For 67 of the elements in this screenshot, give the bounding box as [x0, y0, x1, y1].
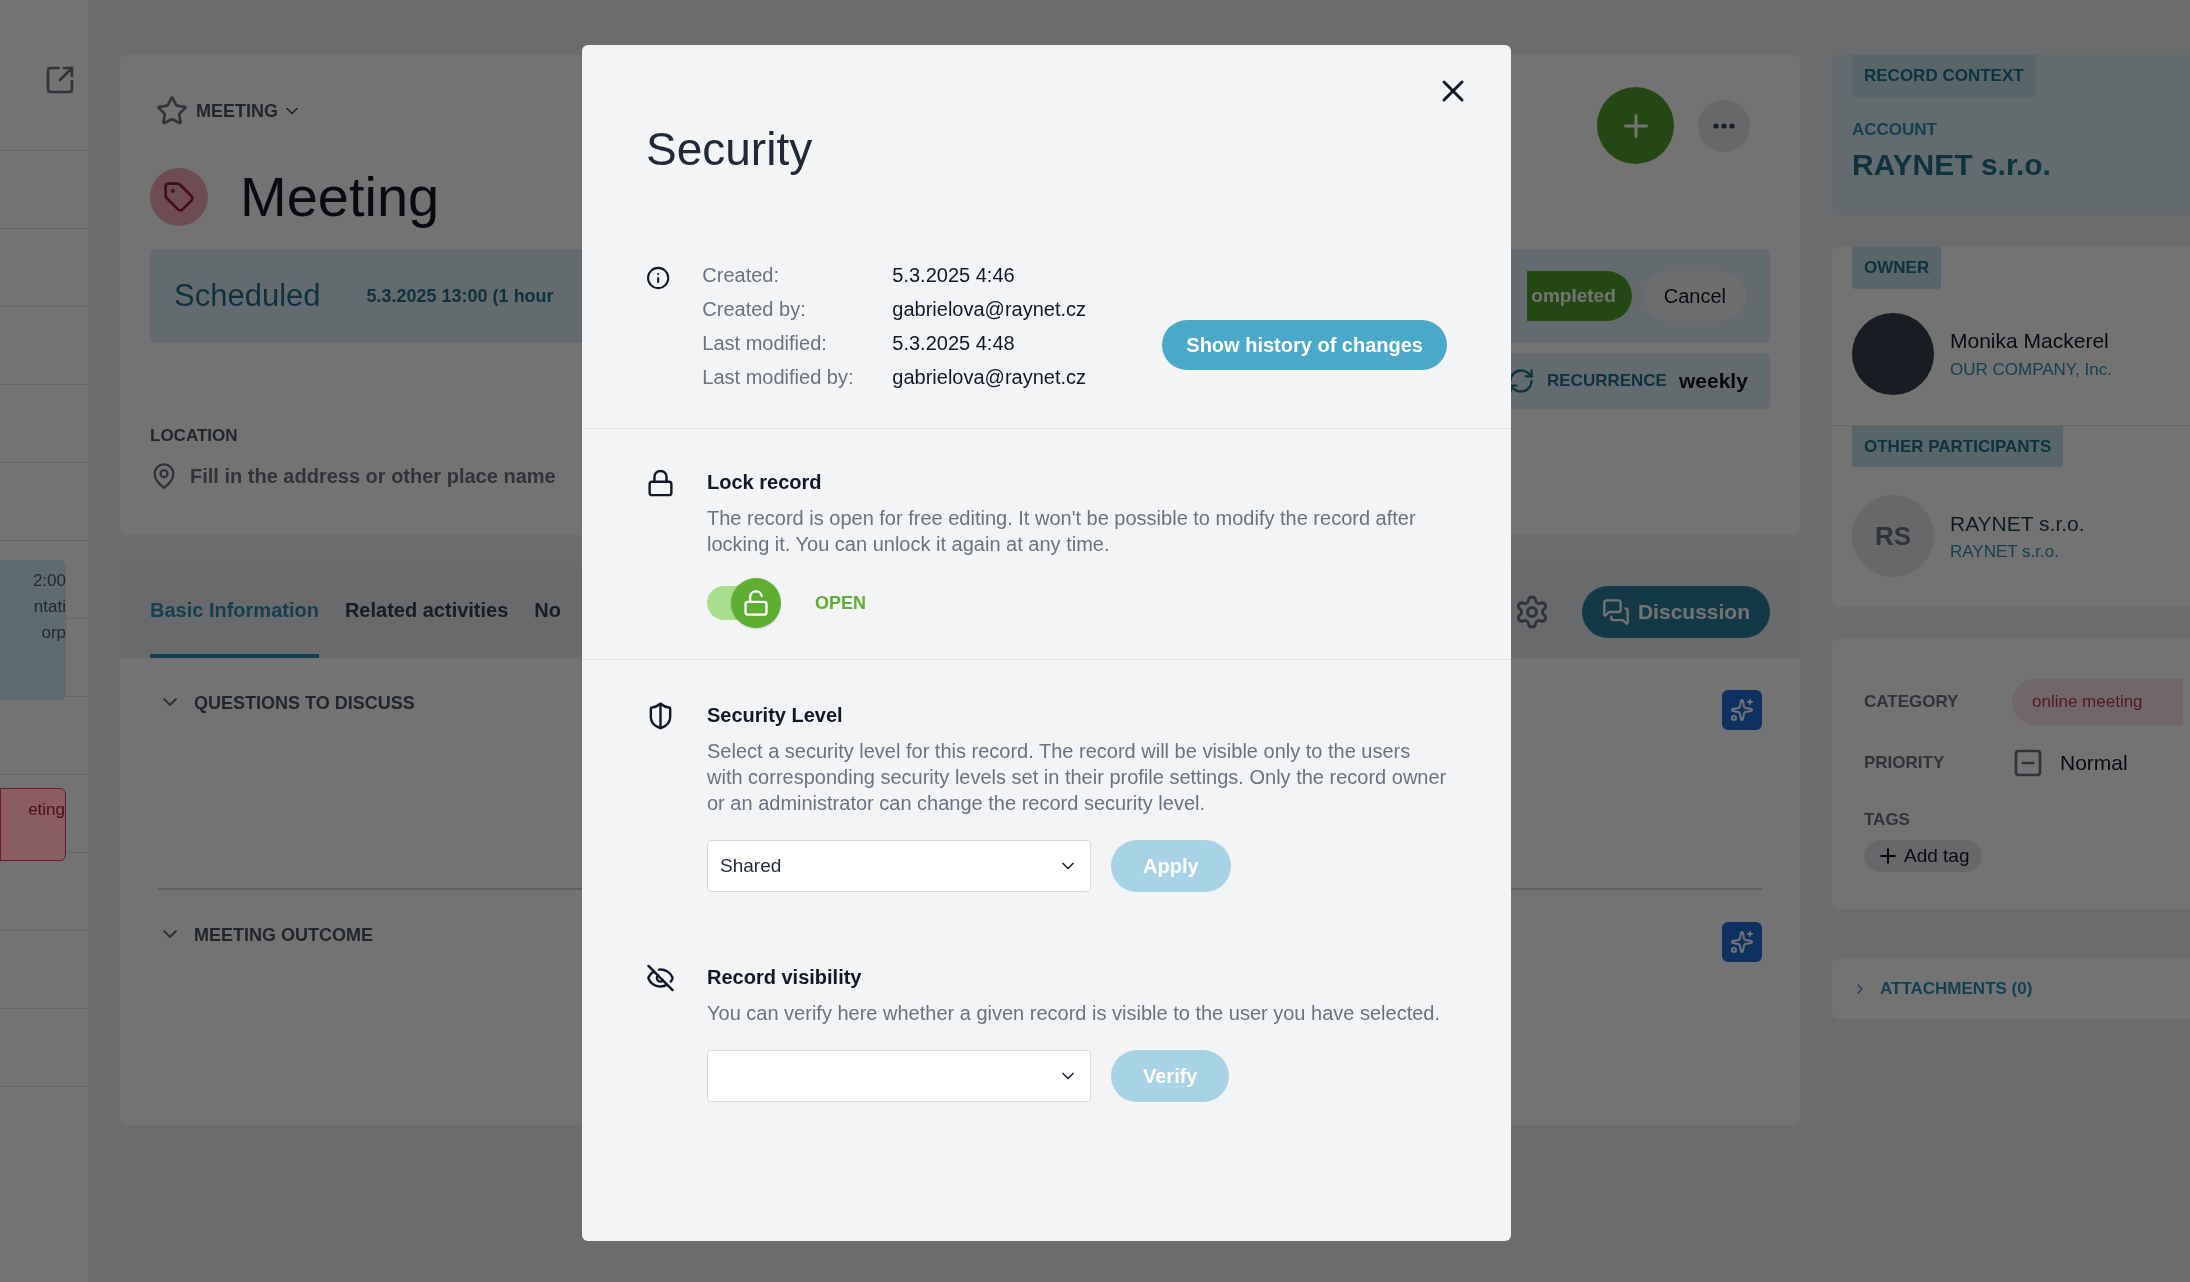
recurrence-label: RECURRENCE	[1547, 370, 1667, 393]
category-tag[interactable]: online meeting	[2012, 679, 2183, 725]
calendar-event[interactable]: eting	[0, 788, 66, 861]
star-icon[interactable]	[156, 95, 188, 127]
security-level-title: Security Level	[707, 703, 844, 728]
info-label: Last modified by:	[702, 365, 855, 390]
tags-label: TAGS	[1864, 808, 1911, 831]
info-label: Created:	[702, 263, 780, 288]
location-field[interactable]: Fill in the address or other place name	[150, 460, 570, 491]
info-value: gabrielova@raynet.cz	[892, 365, 1088, 390]
priority-label: PRIORITY	[1864, 751, 1946, 774]
recurrence-value: weekly	[1678, 368, 1748, 395]
discussion-button[interactable]: Discussion	[1581, 585, 1770, 638]
account-label: ACCOUNT	[1852, 118, 1938, 141]
history-button[interactable]: Show history of changes	[1162, 320, 1447, 370]
owner-company[interactable]: OUR COMPANY, Inc.	[1950, 356, 2112, 382]
lock-icon	[646, 467, 675, 499]
meeting-datetime: 5.3.2025 13:00 (1 hour	[366, 284, 554, 308]
priority-value: Normal	[2060, 749, 2128, 776]
info-value: gabrielova@raynet.cz	[892, 297, 1088, 322]
dialog-title: Security	[646, 122, 813, 177]
category-label: CATEGORY	[1864, 691, 1960, 713]
lock-description: The record is open for free editing. It won't be possible to modify the record after locking it. You can unlock it again at any time.	[707, 506, 1417, 557]
section-title[interactable]: QUESTIONS TO DISCUSS	[194, 690, 415, 717]
tab[interactable]: Basic Information	[150, 565, 319, 658]
location-label: LOCATION	[150, 425, 239, 447]
lock-title: Lock record	[707, 470, 823, 495]
owner-tag: OWNER	[1852, 247, 1942, 289]
unlocked-icon	[742, 589, 770, 617]
ai-assistant-icon[interactable]	[1722, 922, 1762, 962]
section-title[interactable]: MEETING OUTCOME	[194, 922, 373, 949]
participant-name[interactable]: RAYNET s.r.o.	[1950, 507, 2085, 539]
record-context-tag: RECORD CONTEXT	[1852, 55, 2036, 97]
complete-button[interactable]: ompleted	[1527, 271, 1632, 321]
event-text: orp	[40, 622, 66, 644]
visibility-description: You can verify here whether a given record is visible to the user you have selected.	[707, 1001, 1441, 1026]
event-text: 2:00	[31, 570, 66, 592]
chat-icon	[1601, 597, 1630, 626]
lock-status: OPEN	[815, 591, 866, 615]
info-value: 5.3.2025 4:48	[892, 331, 1016, 356]
info-label: Last modified:	[702, 331, 828, 356]
account-name[interactable]: RAYNET s.r.o.	[1852, 142, 2170, 187]
event-text: eting	[27, 799, 65, 821]
add-tag-button[interactable]: Add tag	[1864, 840, 1982, 872]
record-title: Meeting	[240, 164, 440, 230]
status-label: Scheduled	[174, 276, 321, 315]
info-value: 5.3.2025 4:46	[892, 263, 1016, 288]
owner-name[interactable]: Monika Mackerel	[1950, 325, 2112, 357]
visibility-title: Record visibility	[707, 965, 863, 990]
eye-off-icon	[646, 962, 675, 994]
tab[interactable]: Related activities	[344, 565, 509, 658]
participants-tag: OTHER PARTICIPANTS	[1852, 425, 2064, 467]
more-icon	[1713, 122, 1735, 129]
event-text: ntati	[32, 596, 66, 618]
info-label: Created by:	[702, 297, 807, 322]
attachments-toggle[interactable]: ATTACHMENTS (0)	[1880, 976, 2033, 1002]
participant-company[interactable]: RAYNET s.r.o.	[1950, 539, 2085, 565]
cancel-button[interactable]: Cancel	[1643, 271, 1746, 321]
ai-assistant-icon[interactable]	[1722, 690, 1762, 730]
popout-icon[interactable]	[44, 64, 76, 96]
lock-switch[interactable]	[707, 577, 783, 629]
security-level-select[interactable]: Shared	[707, 840, 1091, 892]
calendar-event[interactable]: 2:00 ntati orp	[0, 560, 66, 700]
tab[interactable]: No	[534, 565, 561, 658]
security-level-description: Select a security level for this record. The record will be visible only to the users with corresponding security levels set in their profile settings. Only the record owner or an administrator can change the record security level.	[707, 739, 1447, 816]
record-type-dropdown[interactable]: MEETING	[196, 97, 302, 125]
user-select[interactable]	[707, 1050, 1091, 1102]
